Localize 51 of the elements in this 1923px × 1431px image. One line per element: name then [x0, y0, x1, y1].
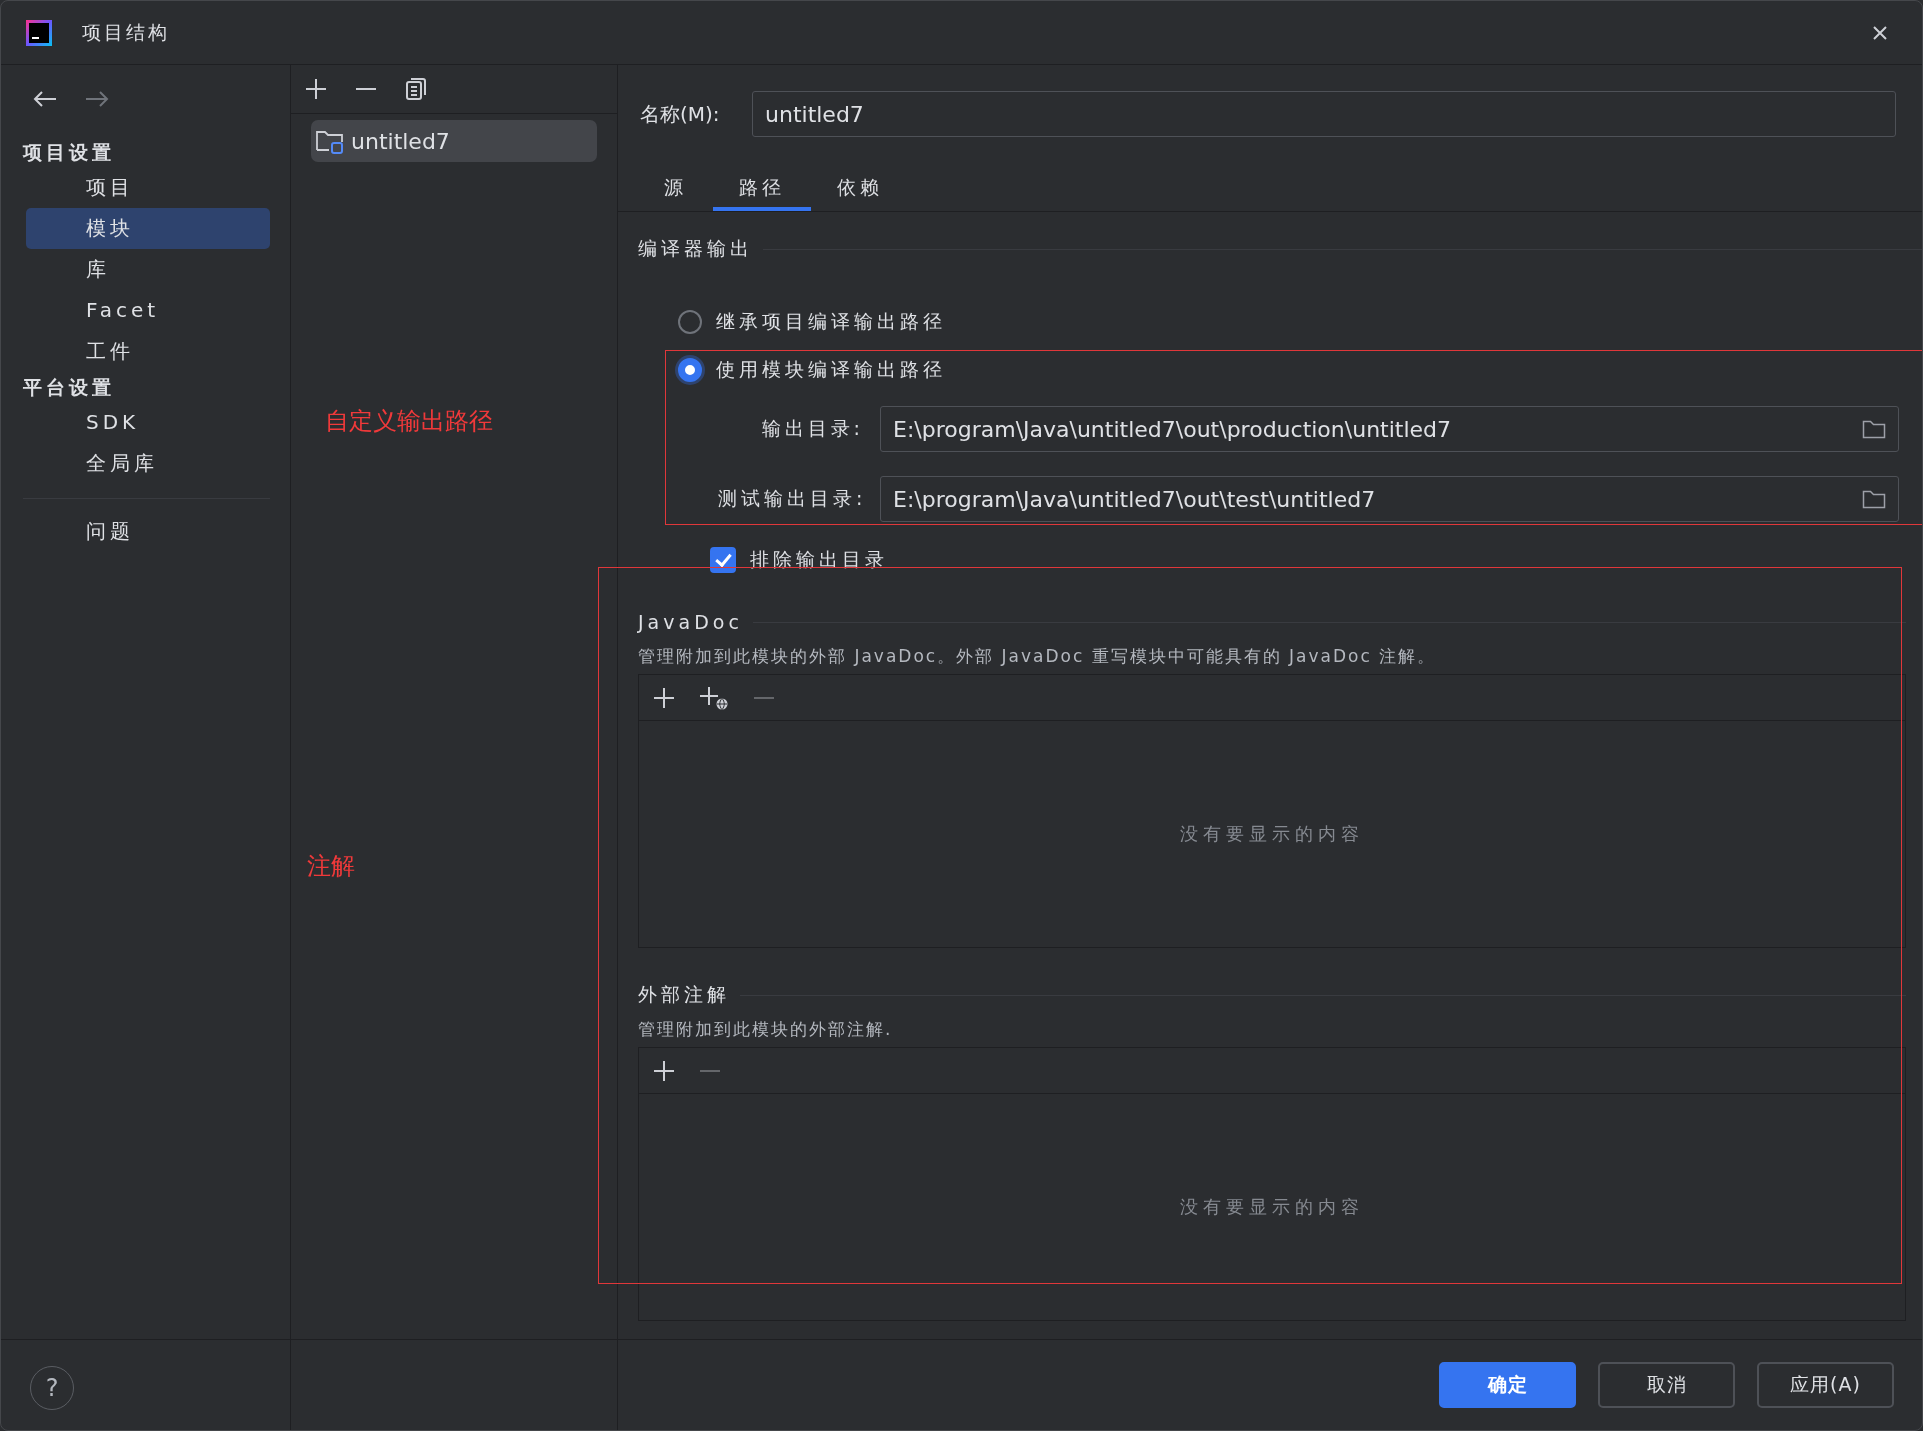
sidebar-item[interactable]: 问题	[26, 511, 270, 552]
folder-icon[interactable]	[1862, 489, 1886, 509]
add-icon[interactable]	[653, 1059, 675, 1082]
annotation-label: 注解	[307, 851, 355, 882]
group-title: 外部注解	[638, 982, 730, 1007]
radio-button[interactable]	[678, 310, 702, 334]
checkbox[interactable]	[710, 547, 736, 573]
sidebar-item[interactable]: 项目	[26, 167, 270, 208]
copy-icon[interactable]	[405, 77, 427, 101]
module-item[interactable]: untitled7	[311, 120, 597, 162]
annotation-label: 自定义输出路径	[325, 406, 493, 437]
radio-label: 使用模块编译输出路径	[716, 357, 946, 382]
name-label: 名称(M):	[640, 100, 721, 128]
tab[interactable]: 路径	[713, 167, 811, 211]
sidebar-item[interactable]: 模块	[26, 208, 270, 249]
tab[interactable]: 源	[638, 167, 713, 211]
radio-label: 继承项目编译输出路径	[716, 309, 946, 334]
empty-text: 没有要显示的内容	[1180, 822, 1364, 846]
close-icon[interactable]	[1872, 24, 1888, 41]
sidebar-item[interactable]: 全局库	[26, 443, 270, 484]
section-heading: 平台设置	[23, 375, 116, 400]
ok-button[interactable]: 确定	[1439, 1362, 1576, 1408]
section-description: 管理附加到此模块的外部注解.	[638, 1018, 894, 1041]
folder-icon[interactable]	[1862, 419, 1886, 439]
add-icon[interactable]	[653, 686, 675, 709]
empty-text: 没有要显示的内容	[1180, 1195, 1364, 1219]
sidebar-item[interactable]: 工件	[26, 331, 270, 372]
group-title: 编译器输出	[638, 236, 753, 261]
add-globe-icon[interactable]	[699, 685, 729, 710]
dialog-button[interactable]: 取消	[1598, 1362, 1735, 1408]
radio-button[interactable]	[678, 358, 702, 382]
module-name: untitled7	[351, 128, 450, 154]
path-field[interactable]: E:\program\Java\untitled7\out\production\untitled7	[880, 406, 1899, 452]
field-label: 输出目录:	[760, 416, 865, 441]
sidebar-item[interactable]: SDK	[26, 402, 270, 443]
section-description: 管理附加到此模块的外部 JavaDoc。外部 JavaDoc 重写模块中可能具有的 JavaDoc 注解。	[638, 645, 1438, 668]
field-label: 测试输出目录:	[718, 486, 868, 511]
group-title: JavaDoc	[638, 611, 743, 633]
forward-arrow-icon[interactable]	[85, 91, 109, 107]
name-field[interactable]: untitled7	[752, 91, 1896, 137]
sidebar-item[interactable]: 库	[26, 249, 270, 290]
dialog-button[interactable]: 应用(A)	[1757, 1362, 1894, 1408]
path-field[interactable]: E:\program\Java\untitled7\out\test\untitled7	[880, 476, 1899, 522]
app-logo-icon	[26, 19, 52, 46]
tab[interactable]: 依赖	[811, 167, 909, 211]
window-title: 项目结构	[82, 19, 171, 45]
module-folder-icon	[315, 128, 345, 154]
section-heading: 项目设置	[23, 140, 116, 165]
back-arrow-icon[interactable]	[33, 91, 57, 107]
sidebar-item[interactable]: Facet	[26, 290, 270, 331]
add-icon[interactable]	[305, 78, 327, 100]
